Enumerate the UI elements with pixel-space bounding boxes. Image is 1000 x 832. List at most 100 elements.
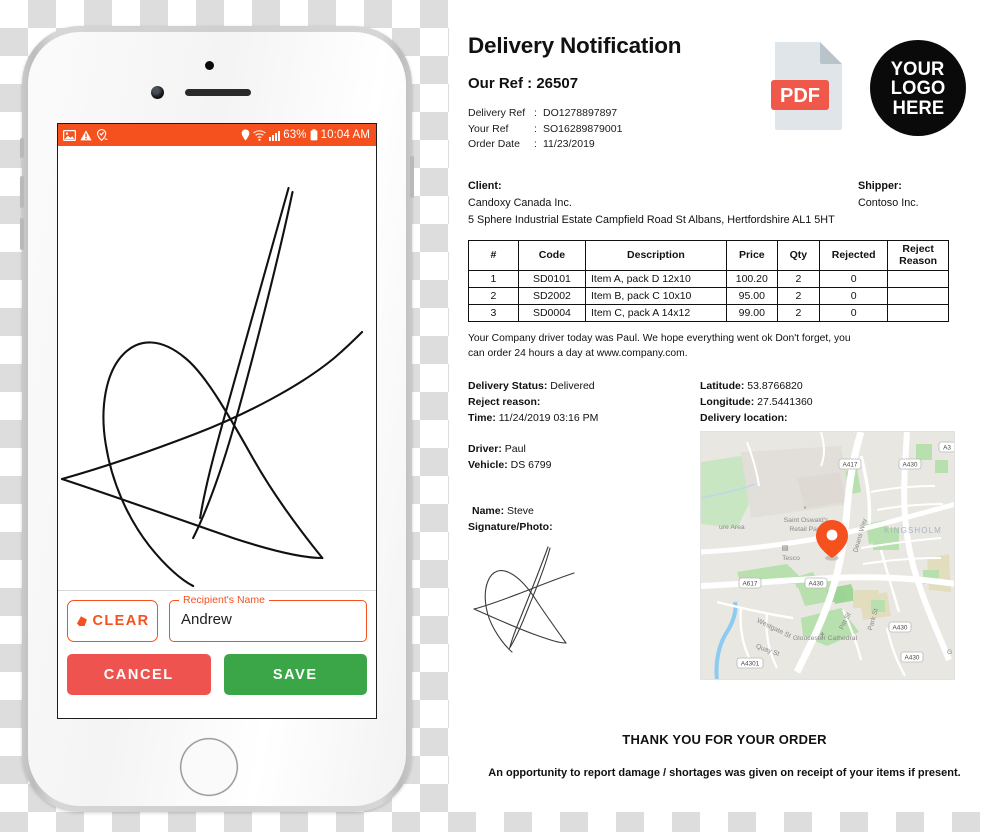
cell-code: SD2002 — [517, 286, 587, 305]
svg-text:ure Area: ure Area — [719, 524, 745, 531]
recipient-name-doc-label: Name: — [472, 504, 505, 517]
longitude-label: Longitude: — [700, 395, 755, 408]
cell-description: Item B, pack C 10x10 — [585, 286, 727, 305]
location-check-icon — [96, 129, 108, 141]
delivery-info-grid: Delivery Status: Delivered Reject reason… — [468, 378, 970, 680]
reference-row: Order Date:11/23/2019 — [468, 137, 970, 153]
image-icon — [63, 129, 76, 141]
svg-text:Saint Oswald's: Saint Oswald's — [784, 517, 829, 524]
svg-text:A430: A430 — [903, 461, 918, 468]
document-badges: PDF YOUR LOGO HERE — [771, 40, 966, 136]
svg-text:G: G — [947, 649, 952, 656]
clock-label: 10:04 AM — [320, 129, 370, 141]
table-row: 2 SD2002 Item B, pack C 10x10 95.00 2 0 — [468, 286, 949, 305]
longitude-value: 27.5441360 — [757, 395, 813, 408]
clear-button[interactable]: CLEAR — [67, 600, 158, 642]
svg-text:KINGSHOLM: KINGSHOLM — [884, 526, 942, 535]
reference-key: Order Date — [468, 138, 520, 150]
driver-label: Driver: — [468, 442, 502, 455]
reference-key: Delivery Ref — [468, 107, 526, 119]
shipper-name: Contoso Inc. — [858, 196, 919, 209]
delivery-status-label: Delivery Status: — [468, 379, 548, 392]
company-logo: YOUR LOGO HERE — [870, 40, 966, 136]
cell-qty: 2 — [776, 303, 821, 322]
column-header: Rejected — [819, 239, 889, 271]
signature-pad[interactable] — [58, 146, 376, 590]
logo-line-3: HERE — [892, 96, 944, 119]
parties-block: Client: Candoxy Canada Inc. 5 Sphere Ind… — [468, 178, 970, 229]
table-header-row: # Code Description Price Qty Rejected Re… — [468, 239, 949, 271]
cell-num: 2 — [468, 286, 519, 305]
signature-image — [468, 539, 628, 659]
latitude-label: Latitude: — [700, 379, 745, 392]
svg-text:A430: A430 — [809, 580, 824, 587]
reference-key: Your Ref — [468, 122, 509, 135]
geo-info: Latitude: 53.8766820 Longitude: 27.54413… — [700, 378, 970, 680]
cell-num: 1 — [468, 269, 519, 288]
column-header: Code — [517, 239, 587, 271]
reference-colon: : — [534, 138, 537, 150]
items-table: # Code Description Price Qty Rejected Re… — [468, 239, 949, 322]
phone-screen: 63% 10:04 AM CLEAR Recipient's Name Andr… — [57, 123, 377, 719]
save-button-label: SAVE — [272, 666, 318, 683]
cell-rejected: 0 — [819, 303, 889, 322]
column-header: # — [468, 239, 519, 271]
thank-you-text: THANK YOU FOR YOUR ORDER — [622, 732, 827, 747]
battery-percent-label: 63% — [283, 129, 307, 141]
eraser-icon — [76, 615, 88, 627]
svg-text:A430: A430 — [893, 624, 908, 631]
recipient-name-label: Recipient's Name — [179, 594, 269, 606]
wifi-icon — [253, 129, 267, 141]
warning-icon — [80, 129, 92, 141]
svg-text:Tesco: Tesco — [782, 555, 800, 562]
recipient-name-field[interactable]: Recipient's Name Andrew — [169, 594, 367, 642]
app-status-bar: 63% 10:04 AM — [58, 124, 376, 146]
svg-text:✝: ✝ — [819, 631, 826, 640]
phone-volume-up-button[interactable] — [20, 176, 24, 208]
column-header: Qty — [776, 239, 821, 271]
recipient-name-value: Andrew — [181, 611, 232, 628]
latitude-value: 53.8766820 — [747, 379, 803, 392]
cancel-button-label: CANCEL — [103, 666, 174, 683]
phone-volume-down-button[interactable] — [20, 218, 24, 250]
delivery-status-value: Delivered — [550, 379, 595, 392]
reference-value: SO16289879001 — [543, 122, 623, 135]
phone-power-button[interactable] — [410, 156, 414, 198]
vehicle-value: DS 6799 — [510, 458, 552, 471]
time-value: 11/24/2019 03:16 PM — [498, 411, 599, 424]
phone-sensor — [205, 61, 214, 70]
table-row: 1 SD0101 Item A, pack D 12x10 100.20 2 0 — [468, 269, 949, 288]
signature-controls: CLEAR Recipient's Name Andrew CANCEL SAV… — [58, 591, 376, 695]
reference-colon: : — [534, 107, 537, 119]
cell-code: SD0101 — [517, 269, 587, 288]
signature-photo-label: Signature/Photo: — [468, 520, 553, 533]
save-button[interactable]: SAVE — [223, 654, 367, 695]
recipient-name-doc-value: Steve — [507, 504, 534, 517]
phone-home-button[interactable] — [180, 738, 238, 796]
svg-text:A4301: A4301 — [741, 660, 760, 667]
delivery-info-left: Delivery Status: Delivered Reject reason… — [468, 378, 700, 680]
column-header: Description — [585, 239, 727, 271]
clear-button-label: CLEAR — [92, 613, 150, 629]
phone-silent-switch[interactable] — [20, 138, 24, 158]
cell-reject-reason — [887, 303, 949, 322]
phone-earpiece-speaker — [185, 89, 251, 96]
cell-description: Item C, pack A 14x12 — [585, 303, 727, 322]
cell-rejected: 0 — [819, 269, 889, 288]
delivery-location-map[interactable]: A417 A430 A3 A617 A430 A430 A430 A4301 S… — [700, 430, 955, 680]
column-header: Reject Reason — [887, 239, 949, 271]
client-name: Candoxy Canada Inc. — [468, 196, 572, 209]
cancel-button[interactable]: CANCEL — [67, 654, 211, 695]
svg-text:A3: A3 — [943, 444, 951, 451]
cell-qty: 2 — [776, 269, 821, 288]
driver-notice: Your Company driver today was Paul. We h… — [468, 332, 851, 359]
svg-text:▤: ▤ — [782, 545, 789, 552]
signature-drawing — [60, 186, 364, 588]
cell-reject-reason — [887, 286, 949, 305]
phone-mockup: 63% 10:04 AM CLEAR Recipient's Name Andr… — [20, 26, 414, 812]
cell-reject-reason — [887, 269, 949, 288]
table-row: 3 SD0004 Item C, pack A 14x12 99.00 2 0 — [468, 303, 949, 322]
